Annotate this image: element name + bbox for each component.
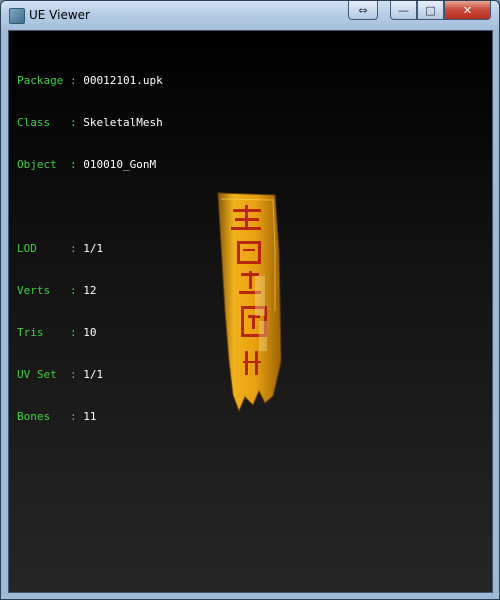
info-row-lod: LOD : 1/1 [17,242,163,256]
object-value: 010010_GonM [83,158,157,171]
info-row-object: Object : 010010_GonM [17,158,163,172]
swap-icon: ⇔ [358,3,368,17]
lod-label: LOD [17,242,64,255]
lod-value: 1/1 [83,242,104,255]
golden-banner-mesh [217,192,282,413]
package-label: Package [17,74,64,87]
app-window: UE Viewer ⇔ — □ ✕ Package : 00012101.upk… [0,0,500,600]
separator: : [63,368,84,381]
mesh-render [215,191,291,416]
separator: : [63,410,84,423]
app-icon [9,8,25,24]
uvset-value: 1/1 [83,368,104,381]
info-gap [17,200,163,214]
swap-button[interactable]: ⇔ [348,1,378,20]
class-value: SkeletalMesh [83,116,163,129]
tris-value: 10 [83,326,97,339]
separator: : [63,242,84,255]
window-title: UE Viewer [29,8,90,22]
bones-value: 11 [83,410,97,423]
maximize-icon: □ [425,3,436,17]
title-bar[interactable]: UE Viewer ⇔ — □ ✕ [1,1,499,29]
package-value: 00012101.upk [83,74,163,87]
verts-value: 12 [83,284,97,297]
info-row-uvset: UV Set : 1/1 [17,368,163,382]
verts-label: Verts [17,284,64,297]
info-row-package: Package : 00012101.upk [17,74,163,88]
3d-viewport[interactable]: Package : 00012101.upk Class : SkeletalM… [8,30,493,593]
bones-label: Bones [17,410,64,423]
minimize-icon: — [398,3,409,17]
uvset-label: UV Set [17,368,64,381]
info-row-verts: Verts : 12 [17,284,163,298]
separator: : [63,158,84,171]
separator: : [63,326,84,339]
maximize-button[interactable]: □ [417,1,444,20]
info-row-tris: Tris : 10 [17,326,163,340]
separator: : [63,284,84,297]
info-row-bones: Bones : 11 [17,410,163,424]
close-button[interactable]: ✕ [444,1,491,20]
object-label: Object [17,158,64,171]
separator: : [63,74,84,87]
info-row-class: Class : SkeletalMesh [17,116,163,130]
close-icon: ✕ [462,3,473,17]
class-label: Class [17,116,64,129]
tris-label: Tris [17,326,64,339]
mesh-info-overlay: Package : 00012101.upk Class : SkeletalM… [17,46,163,452]
separator: : [63,116,84,129]
minimize-button[interactable]: — [390,1,417,20]
